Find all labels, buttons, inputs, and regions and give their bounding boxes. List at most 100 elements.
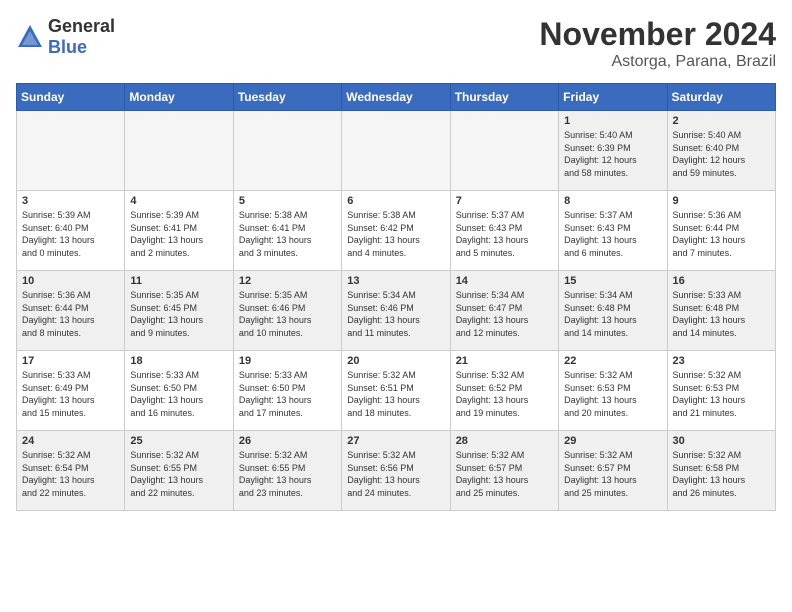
title-block: November 2024 Astorga, Parana, Brazil: [539, 16, 776, 71]
calendar-cell: 8 Sunrise: 5:37 AM Sunset: 6:43 PM Daylig…: [559, 191, 667, 271]
logo: General Blue: [16, 16, 115, 58]
day-detail: Sunrise: 5:32 AM Sunset: 6:53 PM Dayligh…: [564, 369, 661, 419]
day-number: 10: [22, 275, 119, 287]
day-number: 15: [564, 275, 661, 287]
day-detail: Sunrise: 5:37 AM Sunset: 6:43 PM Dayligh…: [456, 209, 553, 259]
calendar-week-row: 1 Sunrise: 5:40 AM Sunset: 6:39 PM Daylig…: [17, 111, 776, 191]
day-number: 16: [673, 275, 770, 287]
weekday-header-saturday: Saturday: [667, 84, 775, 111]
day-number: 18: [130, 355, 227, 367]
weekday-header-row: SundayMondayTuesdayWednesdayThursdayFrid…: [17, 84, 776, 111]
day-detail: Sunrise: 5:35 AM Sunset: 6:46 PM Dayligh…: [239, 289, 336, 339]
calendar-week-row: 24 Sunrise: 5:32 AM Sunset: 6:54 PM Dayli…: [17, 431, 776, 511]
day-detail: Sunrise: 5:35 AM Sunset: 6:45 PM Dayligh…: [130, 289, 227, 339]
location-title: Astorga, Parana, Brazil: [539, 53, 776, 71]
day-number: 3: [22, 195, 119, 207]
day-detail: Sunrise: 5:37 AM Sunset: 6:43 PM Dayligh…: [564, 209, 661, 259]
day-number: 8: [564, 195, 661, 207]
calendar-cell: 4 Sunrise: 5:39 AM Sunset: 6:41 PM Daylig…: [125, 191, 233, 271]
day-detail: Sunrise: 5:33 AM Sunset: 6:50 PM Dayligh…: [239, 369, 336, 419]
day-number: 26: [239, 435, 336, 447]
day-detail: Sunrise: 5:36 AM Sunset: 6:44 PM Dayligh…: [673, 209, 770, 259]
calendar-cell: 22 Sunrise: 5:32 AM Sunset: 6:53 PM Dayli…: [559, 351, 667, 431]
day-number: 12: [239, 275, 336, 287]
day-number: 7: [456, 195, 553, 207]
day-number: 21: [456, 355, 553, 367]
calendar-cell: 30 Sunrise: 5:32 AM Sunset: 6:58 PM Dayli…: [667, 431, 775, 511]
calendar-cell: 3Sunrise: 5:39 AM Sunset: 6:40 PM Daylig…: [17, 191, 125, 271]
calendar-cell: [342, 111, 450, 191]
day-detail: Sunrise: 5:32 AM Sunset: 6:55 PM Dayligh…: [239, 449, 336, 499]
weekday-header-sunday: Sunday: [17, 84, 125, 111]
day-number: 17: [22, 355, 119, 367]
calendar-cell: 28 Sunrise: 5:32 AM Sunset: 6:57 PM Dayli…: [450, 431, 558, 511]
calendar-cell: 23 Sunrise: 5:32 AM Sunset: 6:53 PM Dayli…: [667, 351, 775, 431]
day-number: 2: [673, 115, 770, 127]
day-detail: Sunrise: 5:32 AM Sunset: 6:54 PM Dayligh…: [22, 449, 119, 499]
day-detail: Sunrise: 5:38 AM Sunset: 6:42 PM Dayligh…: [347, 209, 444, 259]
day-number: 27: [347, 435, 444, 447]
calendar-cell: [17, 111, 125, 191]
calendar-cell: 9 Sunrise: 5:36 AM Sunset: 6:44 PM Daylig…: [667, 191, 775, 271]
day-detail: Sunrise: 5:33 AM Sunset: 6:49 PM Dayligh…: [22, 369, 119, 419]
day-number: 20: [347, 355, 444, 367]
day-detail: Sunrise: 5:32 AM Sunset: 6:56 PM Dayligh…: [347, 449, 444, 499]
day-number: 29: [564, 435, 661, 447]
logo-icon: [16, 23, 44, 51]
day-number: 25: [130, 435, 227, 447]
calendar-table: SundayMondayTuesdayWednesdayThursdayFrid…: [16, 83, 776, 511]
calendar-cell: 25 Sunrise: 5:32 AM Sunset: 6:55 PM Dayli…: [125, 431, 233, 511]
day-detail: Sunrise: 5:32 AM Sunset: 6:55 PM Dayligh…: [130, 449, 227, 499]
day-detail: Sunrise: 5:33 AM Sunset: 6:48 PM Dayligh…: [673, 289, 770, 339]
day-number: 14: [456, 275, 553, 287]
calendar-cell: [233, 111, 341, 191]
day-number: 24: [22, 435, 119, 447]
logo-text-blue: Blue: [48, 37, 87, 57]
day-number: 9: [673, 195, 770, 207]
day-detail: Sunrise: 5:32 AM Sunset: 6:53 PM Dayligh…: [673, 369, 770, 419]
day-detail: Sunrise: 5:33 AM Sunset: 6:50 PM Dayligh…: [130, 369, 227, 419]
calendar-cell: 27 Sunrise: 5:32 AM Sunset: 6:56 PM Dayli…: [342, 431, 450, 511]
calendar-cell: 17 Sunrise: 5:33 AM Sunset: 6:49 PM Dayli…: [17, 351, 125, 431]
page-header: General Blue November 2024 Astorga, Para…: [16, 16, 776, 71]
day-number: 28: [456, 435, 553, 447]
day-detail: Sunrise: 5:38 AM Sunset: 6:41 PM Dayligh…: [239, 209, 336, 259]
day-detail: Sunrise: 5:32 AM Sunset: 6:58 PM Dayligh…: [673, 449, 770, 499]
day-detail: Sunrise: 5:34 AM Sunset: 6:47 PM Dayligh…: [456, 289, 553, 339]
day-number: 19: [239, 355, 336, 367]
calendar-cell: 24 Sunrise: 5:32 AM Sunset: 6:54 PM Dayli…: [17, 431, 125, 511]
calendar-cell: 2 Sunrise: 5:40 AM Sunset: 6:40 PM Daylig…: [667, 111, 775, 191]
calendar-week-row: 10 Sunrise: 5:36 AM Sunset: 6:44 PM Dayli…: [17, 271, 776, 351]
weekday-header-tuesday: Tuesday: [233, 84, 341, 111]
day-number: 22: [564, 355, 661, 367]
day-detail: Sunrise: 5:39 AM Sunset: 6:41 PM Dayligh…: [130, 209, 227, 259]
day-detail: Sunrise: 5:40 AM Sunset: 6:39 PM Dayligh…: [564, 129, 661, 179]
day-number: 6: [347, 195, 444, 207]
calendar-cell: 12 Sunrise: 5:35 AM Sunset: 6:46 PM Dayli…: [233, 271, 341, 351]
calendar-cell: 26 Sunrise: 5:32 AM Sunset: 6:55 PM Dayli…: [233, 431, 341, 511]
calendar-cell: [125, 111, 233, 191]
calendar-cell: 14 Sunrise: 5:34 AM Sunset: 6:47 PM Dayli…: [450, 271, 558, 351]
calendar-cell: 15Sunrise: 5:34 AM Sunset: 6:48 PM Dayli…: [559, 271, 667, 351]
weekday-header-monday: Monday: [125, 84, 233, 111]
day-number: 30: [673, 435, 770, 447]
weekday-header-thursday: Thursday: [450, 84, 558, 111]
day-detail: Sunrise: 5:32 AM Sunset: 6:51 PM Dayligh…: [347, 369, 444, 419]
day-detail: Sunrise: 5:36 AM Sunset: 6:44 PM Dayligh…: [22, 289, 119, 339]
day-detail: Sunrise: 5:32 AM Sunset: 6:52 PM Dayligh…: [456, 369, 553, 419]
day-number: 23: [673, 355, 770, 367]
calendar-cell: 19 Sunrise: 5:33 AM Sunset: 6:50 PM Dayli…: [233, 351, 341, 431]
day-number: 5: [239, 195, 336, 207]
day-number: 4: [130, 195, 227, 207]
logo-text-general: General: [48, 16, 115, 36]
calendar-cell: 13Sunrise: 5:34 AM Sunset: 6:46 PM Dayli…: [342, 271, 450, 351]
weekday-header-wednesday: Wednesday: [342, 84, 450, 111]
day-detail: Sunrise: 5:40 AM Sunset: 6:40 PM Dayligh…: [673, 129, 770, 179]
day-detail: Sunrise: 5:32 AM Sunset: 6:57 PM Dayligh…: [456, 449, 553, 499]
day-number: 13: [347, 275, 444, 287]
day-number: 1: [564, 115, 661, 127]
calendar-cell: 29Sunrise: 5:32 AM Sunset: 6:57 PM Dayli…: [559, 431, 667, 511]
calendar-cell: 7 Sunrise: 5:37 AM Sunset: 6:43 PM Daylig…: [450, 191, 558, 271]
day-number: 11: [130, 275, 227, 287]
calendar-cell: 1 Sunrise: 5:40 AM Sunset: 6:39 PM Daylig…: [559, 111, 667, 191]
